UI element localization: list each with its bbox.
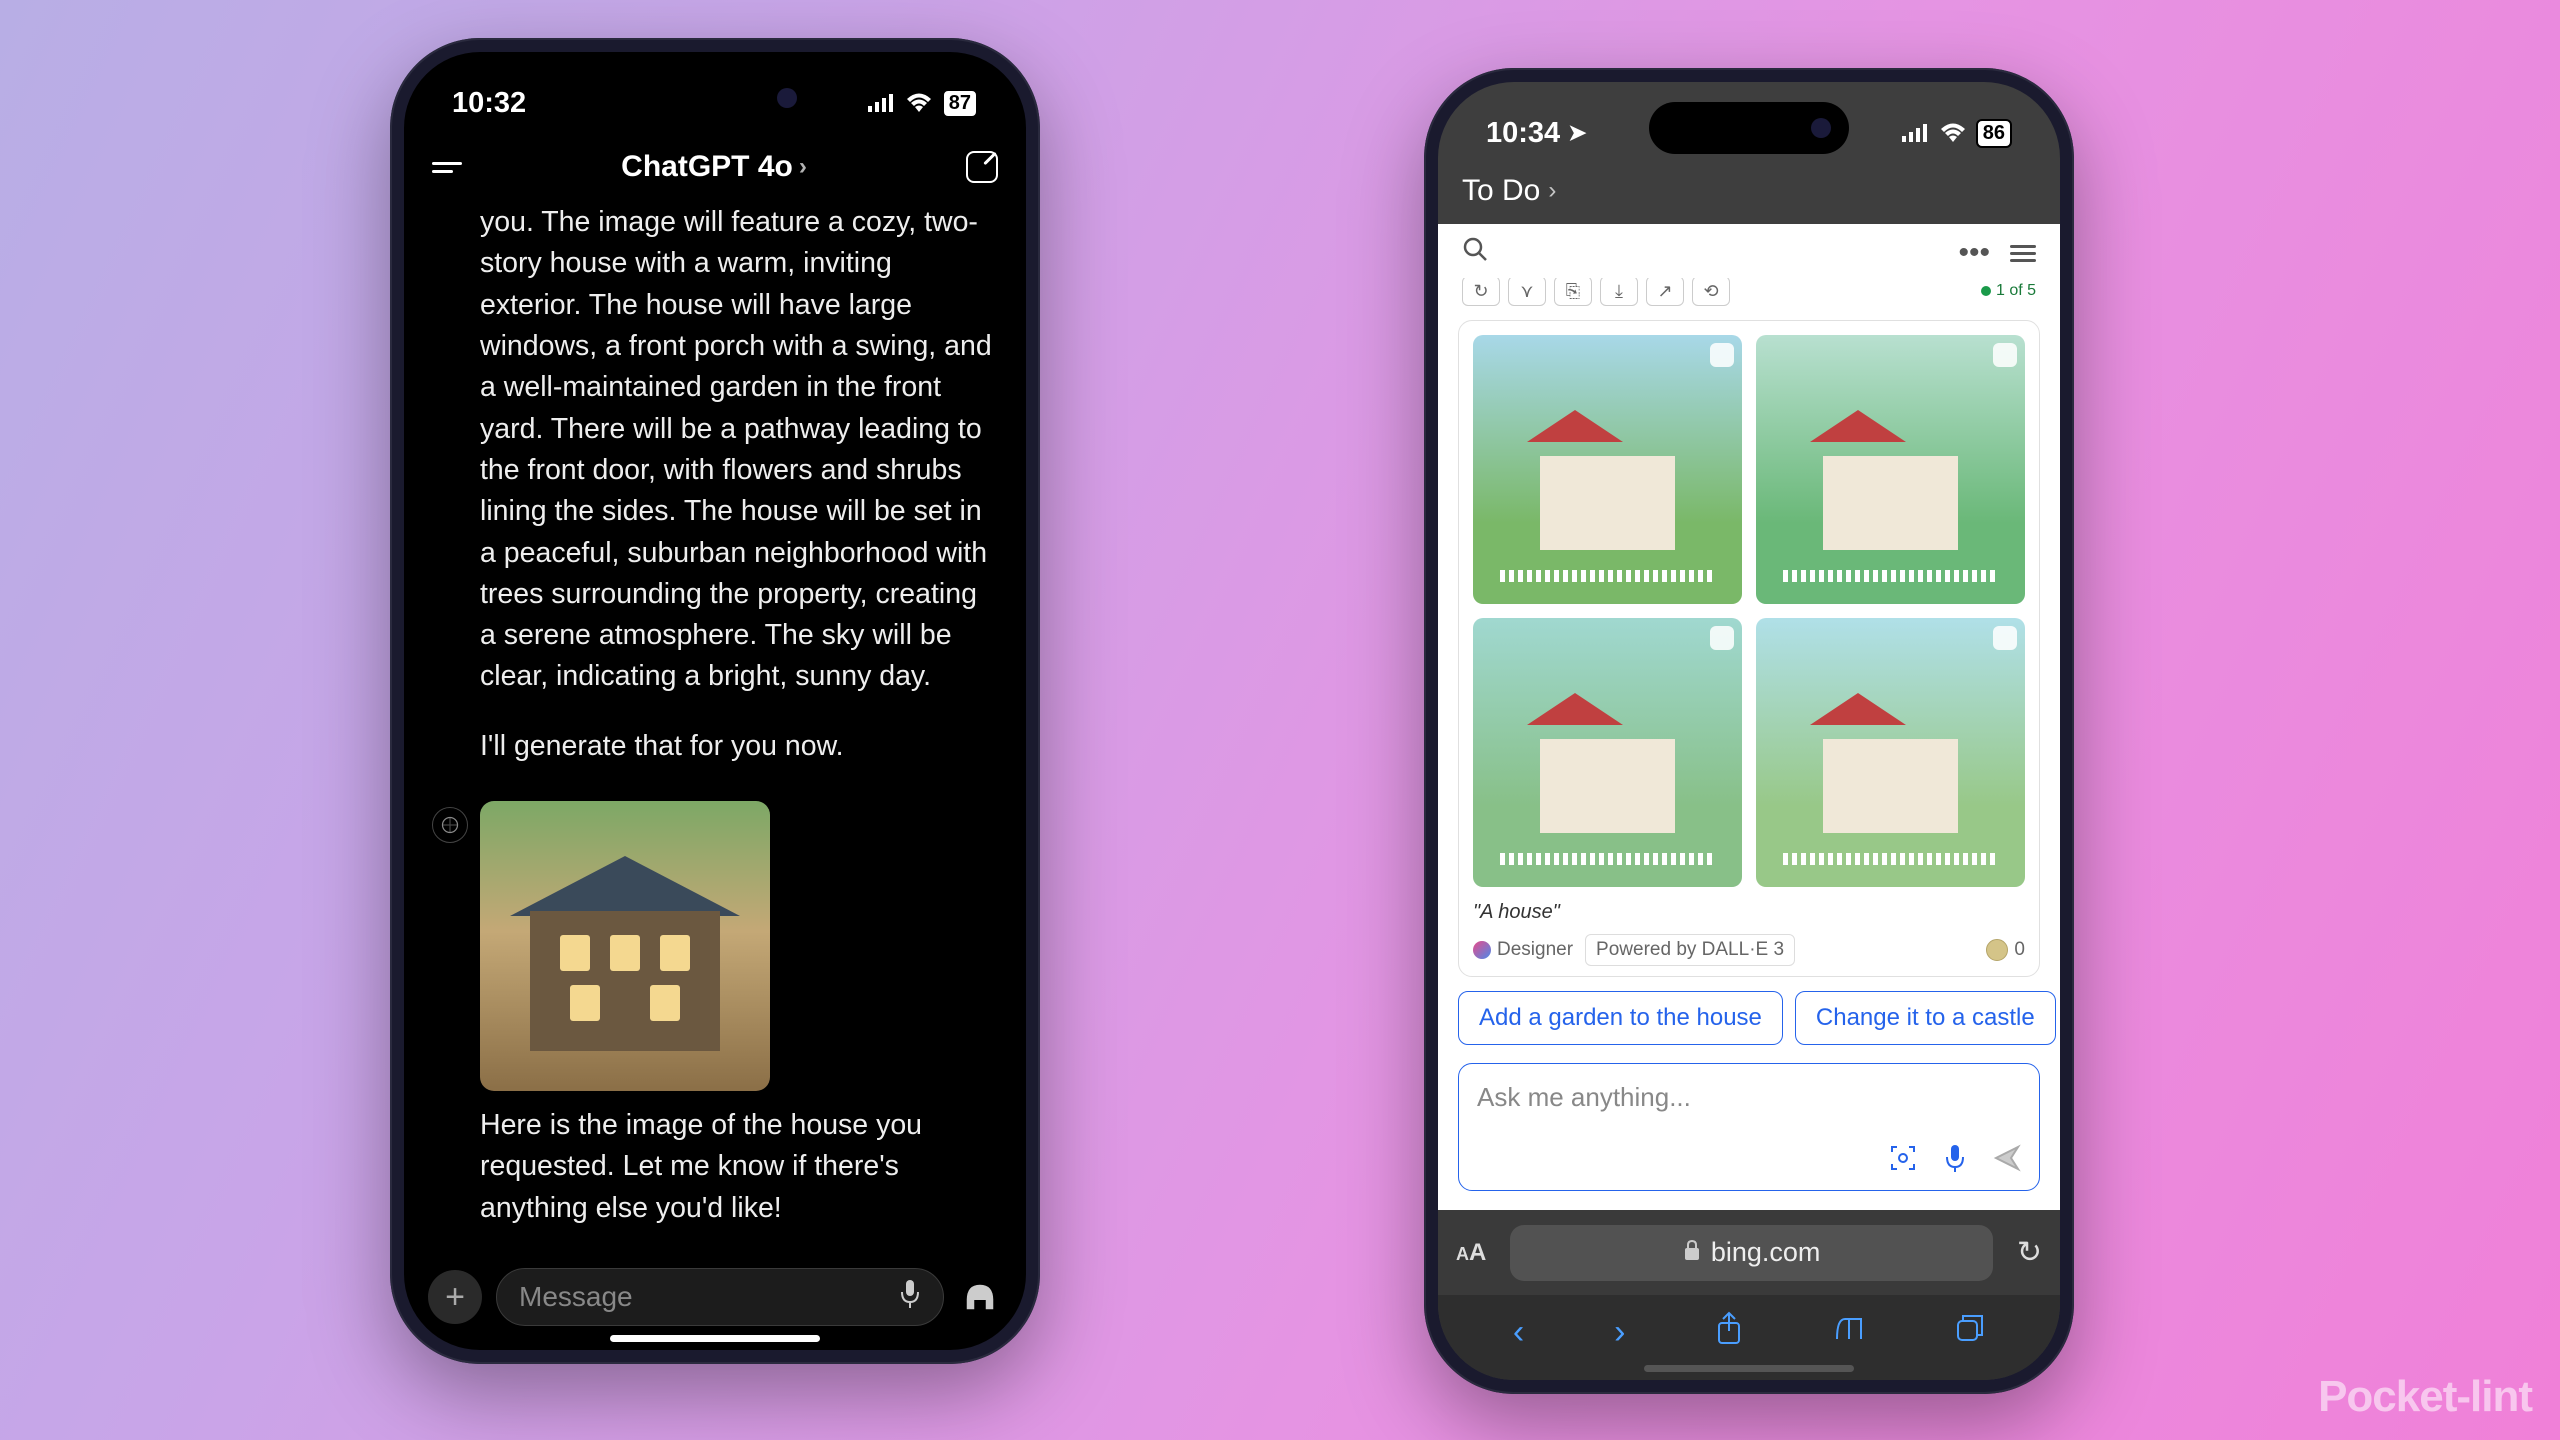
signal-icon [868,87,896,120]
suggestion-garden[interactable]: Add a garden to the house [1458,991,1783,1045]
image-counter: 1 of 5 [1981,282,2036,300]
card-footer: Designer Powered by DALL·E 3 0 [1473,934,2025,966]
camera-icon[interactable] [1889,1144,1917,1177]
lock-icon [1683,1237,1701,1268]
assistant-message-result: Here is the image of the house you reque… [480,1105,998,1229]
assistant-message-generating: I'll generate that for you now. [480,726,998,767]
top-toolbar: ••• [1438,224,2060,278]
powered-by-label: Powered by DALL·E 3 [1585,934,1795,966]
bookmarks-icon[interactable] [1833,1313,1865,1352]
compose-icon[interactable] [966,151,998,183]
tool-btn-2[interactable]: ⋎ [1508,278,1546,306]
message-placeholder: Message [519,1281,633,1313]
mic-icon[interactable] [899,1280,921,1315]
action-toolbar: ↻ ⋎ ⎘ ⤓ ↗ ⟲ 1 of 5 [1438,278,2060,312]
url-field[interactable]: bing.com [1510,1225,1993,1281]
content-area[interactable]: ••• ↻ ⋎ ⎘ ⤓ ↗ ⟲ 1 of 5 "A [1438,224,2060,1216]
tool-btn-4[interactable]: ⤓ [1600,278,1638,306]
generated-image-1[interactable] [1473,335,1742,604]
battery-indicator: 86 [1976,119,2012,148]
mic-icon[interactable] [1943,1143,1967,1178]
app-title[interactable]: ChatGPT 4o › [621,150,807,184]
input-row: + Message [404,1268,1026,1326]
phone-bing: 10:34 ➤ 86 To Do › [1424,68,2074,1394]
status-time: 10:34 [1486,117,1560,150]
app-title-text: ChatGPT 4o [621,150,793,184]
status-indicators: 87 [868,87,978,120]
message-input[interactable]: Message [496,1268,944,1326]
ask-input[interactable]: Ask me anything... [1458,1063,2040,1191]
tabs-icon[interactable] [1955,1313,1985,1352]
send-icon[interactable] [1993,1144,2021,1177]
expand-icon[interactable] [1710,343,1734,367]
back-nav[interactable]: To Do › [1438,162,2060,224]
wifi-icon [1940,117,1966,150]
dynamic-island [1649,102,1849,154]
safari-url-bar: AA bing.com ↻ [1438,1210,2060,1295]
more-icon[interactable]: ••• [1958,236,1990,270]
share-icon[interactable] [1715,1311,1743,1354]
search-icon[interactable] [1462,236,1488,270]
back-label: To Do [1462,174,1540,208]
hamburger-icon[interactable] [2010,245,2036,262]
wifi-icon [906,87,932,120]
chat-body[interactable]: you. The image will feature a cozy, two-… [404,202,1026,1260]
ask-input-icons [1477,1143,2021,1178]
generated-image-4[interactable] [1756,618,2025,887]
suggestion-row: Add a garden to the house Change it to a… [1438,977,2060,1045]
designer-badge[interactable]: Designer [1473,939,1573,961]
home-indicator[interactable] [610,1335,820,1342]
image-results-card: "A house" Designer Powered by DALL·E 3 0 [1458,320,2040,977]
headphones-icon[interactable] [958,1275,1002,1319]
chevron-right-icon: › [799,153,807,181]
assistant-avatar-icon [432,807,468,843]
back-button[interactable]: ‹ [1513,1313,1524,1352]
chevron-right-icon: › [1548,177,1556,205]
status-time: 10:32 [452,87,526,120]
screen-bing: 10:34 ➤ 86 To Do › [1438,82,2060,1380]
menu-icon[interactable] [432,162,462,173]
suggestion-castle[interactable]: Change it to a castle [1795,991,2056,1045]
battery-indicator: 87 [942,89,978,118]
home-indicator[interactable] [1644,1365,1854,1372]
image-grid [1473,335,2025,887]
tool-btn-5[interactable]: ↗ [1646,278,1684,306]
forward-button[interactable]: › [1614,1313,1625,1352]
tool-btn-6[interactable]: ⟲ [1692,278,1730,306]
app-header: ChatGPT 4o › [404,132,1026,202]
assistant-message-description: you. The image will feature a cozy, two-… [480,202,998,698]
expand-icon[interactable] [1993,343,2017,367]
reload-icon[interactable]: ↻ [2017,1235,2042,1270]
generated-image-2[interactable] [1756,335,2025,604]
screen-chatgpt: 10:32 87 ChatGPT 4o › you. The image wil… [404,52,1026,1350]
attach-button[interactable]: + [428,1270,482,1324]
tool-btn-3[interactable]: ⎘ [1554,278,1592,306]
watermark: Pocket-lint [2318,1372,2532,1422]
generated-image-house[interactable] [480,801,770,1091]
phone-chatgpt: 10:32 87 ChatGPT 4o › you. The image wil… [390,38,1040,1364]
boost-count[interactable]: 0 [1986,939,2025,961]
expand-icon[interactable] [1710,626,1734,650]
ask-placeholder: Ask me anything... [1477,1082,2021,1113]
text-size-button[interactable]: AA [1456,1239,1486,1267]
location-icon: ➤ [1568,120,1586,146]
expand-icon[interactable] [1993,626,2017,650]
url-text: bing.com [1711,1237,1821,1268]
prompt-text: "A house" [1473,901,2025,924]
status-indicators: 86 [1902,117,2012,150]
signal-icon [1902,117,1930,150]
dynamic-island [615,72,815,124]
generated-image-3[interactable] [1473,618,1742,887]
tool-btn-1[interactable]: ↻ [1462,278,1500,306]
